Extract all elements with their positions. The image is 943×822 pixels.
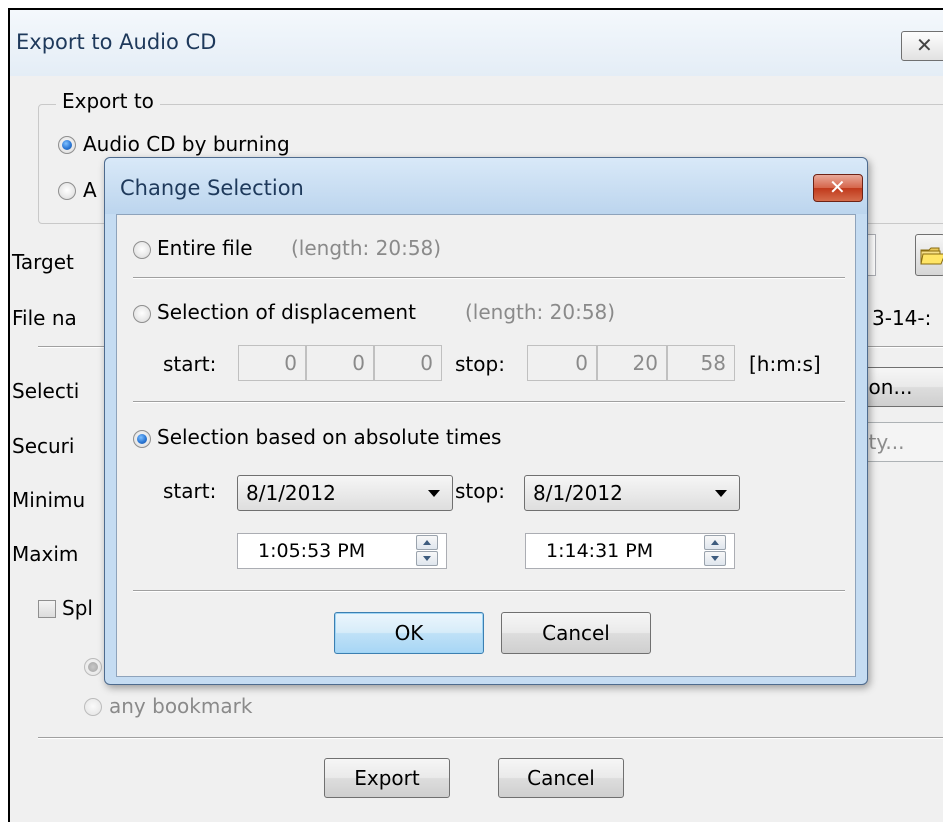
start-hours-field[interactable]: 0: [238, 345, 306, 381]
radio-split-option-1[interactable]: [84, 658, 102, 676]
displacement-stop-label: stop:: [455, 352, 505, 376]
spin-down-icon[interactable]: [704, 551, 726, 566]
entire-file-length: (length: 20:58): [291, 236, 442, 260]
spin-up-icon[interactable]: [704, 535, 726, 550]
spin-up-icon[interactable]: [416, 535, 438, 550]
minimum-label: Minimu: [12, 488, 86, 512]
export-to-legend: Export to: [56, 89, 160, 113]
dialog-body: Entire file (length: 20:58) Selection of…: [116, 214, 856, 677]
target-label: Target: [12, 250, 74, 274]
start-seconds-field[interactable]: 0: [374, 345, 442, 381]
divider: [38, 737, 943, 739]
stop-date-value: 8/1/2012: [533, 481, 623, 505]
close-icon: ✕: [829, 175, 846, 199]
dialog-title: Change Selection: [120, 176, 304, 200]
radio-label: Selection based on absolute times: [157, 425, 502, 449]
displacement-length: (length: 20:58): [465, 300, 616, 324]
export-button[interactable]: Export: [324, 758, 450, 798]
radio-label: Selection of displacement: [157, 300, 416, 324]
start-time-spinner[interactable]: [416, 534, 440, 568]
checkbox-label: Spl: [62, 596, 93, 620]
absolute-start-label: start:: [163, 479, 217, 503]
stop-time-value: 1:14:31 PM: [546, 540, 654, 562]
change-selection-button[interactable]: ion...: [858, 367, 943, 407]
start-date-value: 8/1/2012: [246, 481, 336, 505]
radio-dot-icon: [58, 136, 76, 154]
stop-date-picker[interactable]: 8/1/2012: [524, 475, 740, 511]
chevron-down-icon: [715, 490, 727, 497]
radio-dot-icon: [58, 182, 76, 200]
ok-button[interactable]: OK: [334, 612, 484, 654]
start-date-picker[interactable]: 8/1/2012: [237, 475, 453, 511]
folder-icon: [920, 247, 943, 265]
cancel-button[interactable]: Cancel: [501, 612, 651, 654]
radio-dot-icon: [133, 430, 151, 448]
stop-seconds-field[interactable]: 58: [667, 345, 735, 381]
absolute-stop-label: stop:: [455, 479, 505, 503]
dialog-title: Export to Audio CD: [16, 30, 217, 54]
cancel-button[interactable]: Cancel: [498, 758, 624, 798]
selection-label: Selecti: [12, 379, 80, 403]
radio-label: Audio CD by burning: [83, 132, 290, 156]
start-minutes-field[interactable]: 0: [306, 345, 374, 381]
divider: [133, 401, 845, 403]
stop-time-spinner[interactable]: [704, 534, 728, 568]
chevron-down-icon: [428, 490, 440, 497]
start-time-value: 1:05:53 PM: [258, 540, 366, 562]
radio-dot-icon: [133, 241, 151, 259]
security-label: Securi: [12, 434, 75, 458]
divider: [133, 277, 845, 279]
button-label: ion...: [863, 375, 913, 399]
divider: [133, 590, 845, 592]
maximum-label: Maxim: [12, 542, 79, 566]
close-button[interactable]: ✕: [901, 31, 943, 61]
time-unit-label: [h:m:s]: [749, 352, 821, 376]
button-label: ity...: [863, 430, 905, 454]
radio-dot-icon: [84, 698, 102, 716]
file-name-label: File na: [12, 306, 77, 330]
checkbox-box: [38, 600, 56, 618]
file-name-value: 3-14-:: [872, 306, 932, 330]
change-selection-dialog: Change Selection ✕ Entire file (length: …: [104, 157, 868, 685]
close-button[interactable]: ✕: [813, 174, 863, 202]
start-time-picker[interactable]: 1:05:53 PM: [237, 533, 447, 569]
stop-time-picker[interactable]: 1:14:31 PM: [525, 533, 735, 569]
displacement-start-label: start:: [163, 352, 217, 376]
security-button[interactable]: ity...: [858, 422, 943, 462]
close-icon: ✕: [916, 33, 933, 57]
radio-dot-icon: [133, 305, 151, 323]
spin-down-icon[interactable]: [416, 551, 438, 566]
radio-label: A: [83, 178, 97, 202]
radio-label: Entire file: [157, 236, 253, 260]
browse-folder-button[interactable]: [915, 234, 943, 276]
stop-hours-field[interactable]: 0: [527, 345, 597, 381]
stop-minutes-field[interactable]: 20: [597, 345, 667, 381]
radio-label: any bookmark: [109, 694, 253, 718]
